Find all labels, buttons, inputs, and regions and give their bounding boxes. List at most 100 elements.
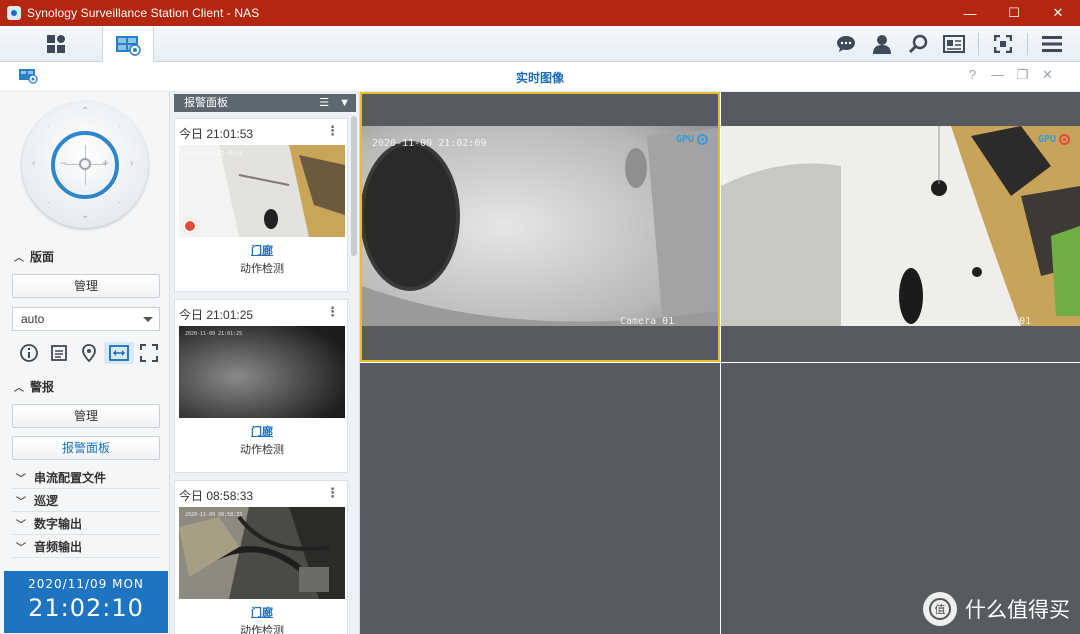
location-button[interactable]: [74, 342, 104, 364]
digital-output-label: 数字输出: [34, 516, 83, 531]
gpu-label: GPU: [1037, 134, 1056, 145]
thumb-osd: 2020-11-09 21:01:53: [185, 151, 242, 157]
chevron-up-icon: ︿: [14, 253, 24, 264]
ptz-joystick[interactable]: ⌃ ⌄ ‹ › · · · · − +: [22, 102, 148, 228]
audio-output-section[interactable]: ﹀ 音频输出: [12, 535, 160, 558]
ptz-downright-dot-icon[interactable]: ·: [118, 198, 121, 207]
alarm-section-header[interactable]: ︿ 警报: [14, 378, 54, 395]
panel-close-button[interactable]: ✕: [1035, 67, 1060, 83]
stream-profile-label: 串流配置文件: [34, 470, 107, 485]
chat-icon: [837, 36, 855, 52]
help-button[interactable]: ?: [960, 67, 985, 83]
ptz-home-icon[interactable]: [79, 158, 91, 170]
info-card-button[interactable]: [936, 26, 972, 62]
chat-button[interactable]: [828, 26, 864, 62]
fit-width-button[interactable]: [104, 342, 134, 364]
alarm-manage-button[interactable]: 管理: [12, 404, 160, 428]
info-card-icon: [943, 35, 965, 53]
thumb-osd: 2020-11-09 21:01:25: [185, 331, 242, 337]
layout-select[interactable]: auto: [12, 307, 160, 331]
minimize-button[interactable]: —: [948, 0, 992, 26]
layout-icon-bar: [14, 342, 164, 364]
ptz-downleft-dot-icon[interactable]: ·: [47, 198, 50, 207]
info-button[interactable]: [14, 342, 44, 364]
alarm-time: 今日 08:58:33: [179, 489, 254, 503]
alarm-scrollbar[interactable]: [351, 116, 357, 256]
close-button[interactable]: ✕: [1036, 0, 1080, 26]
more-options-icon[interactable]: ⋮: [326, 123, 339, 139]
audio-output-label: 音频输出: [34, 539, 83, 554]
filter-icon[interactable]: ▼: [339, 94, 350, 112]
ptz-upleft-dot-icon[interactable]: ·: [47, 122, 50, 131]
chevron-down-icon: ﹀: [16, 496, 26, 508]
zoom-out-icon[interactable]: −: [60, 156, 67, 170]
layout-select-value: auto: [21, 312, 45, 326]
gpu-indicator: GPU: [676, 134, 708, 145]
ptz-right-arrow-icon[interactable]: ›: [130, 158, 133, 169]
alarm-card[interactable]: 今日 21:01:25 ⋮ 2020-11-09 21:01:25 门廊 动作检…: [174, 299, 348, 473]
chevron-down-icon: ﹀: [16, 542, 26, 554]
fullscreen-button[interactable]: [985, 26, 1021, 62]
user-icon: [873, 35, 891, 54]
chevron-down-icon: ﹀: [16, 473, 26, 485]
alarm-panel-button[interactable]: 报警面板: [12, 436, 160, 460]
digital-output-section[interactable]: ﹀ 数字输出: [12, 512, 160, 535]
ptz-upright-dot-icon[interactable]: ·: [118, 122, 121, 131]
list-button[interactable]: [44, 342, 74, 364]
alarm-card[interactable]: 今日 21:01:53 ⋮ 2020-11-09 21:01:53 门廊 动作检…: [174, 118, 348, 292]
chevron-up-icon: ︿: [14, 383, 24, 394]
expand-button[interactable]: [134, 342, 164, 364]
layout-manage-button[interactable]: 管理: [12, 274, 160, 298]
alarm-thumbnail[interactable]: 2020-11-09 21:01:25: [179, 326, 345, 418]
ptz-up-arrow-icon[interactable]: ⌃: [81, 106, 89, 117]
ptz-down-arrow-icon[interactable]: ⌄: [81, 210, 89, 221]
live-view-tab[interactable]: [102, 26, 154, 63]
panel-minimize-button[interactable]: —: [985, 67, 1010, 83]
app-icon: [7, 6, 21, 20]
layout-section-header[interactable]: ︿ 版面: [14, 248, 54, 265]
more-options-icon[interactable]: ⋮: [326, 485, 339, 501]
live-view-title: 实时图像: [515, 71, 564, 85]
watermark: 值 什么值得买: [923, 592, 1070, 626]
patrol-label: 巡逻: [34, 493, 59, 508]
alarm-thumbnail[interactable]: 2020-11-09 21:01:53: [179, 145, 345, 237]
svg-text:值: 值: [935, 603, 946, 616]
alarm-location-link[interactable]: 门廊: [175, 242, 349, 258]
alarm-card[interactable]: 今日 08:58:33 ⋮ 2020-11-09 08:58:33 门廊 动作检…: [174, 480, 348, 634]
search-icon: [908, 34, 928, 54]
user-button[interactable]: [864, 26, 900, 62]
zoom-in-icon[interactable]: +: [102, 156, 109, 170]
panel-restore-button[interactable]: ❐: [1010, 67, 1035, 83]
alarm-location-link[interactable]: 门廊: [175, 423, 349, 439]
stream-profile-section[interactable]: ﹀ 串流配置文件: [12, 466, 160, 489]
video-cell-empty[interactable]: [360, 363, 720, 634]
list-icon: [51, 345, 67, 361]
alarm-location-link[interactable]: 门廊: [175, 604, 349, 620]
expand-icon: [140, 344, 158, 362]
live-view-header: 实时图像 ? — ❐ ✕: [0, 62, 1080, 92]
alarm-time: 今日 21:01:53: [179, 127, 254, 141]
main-menu-grid-icon: [47, 35, 65, 53]
main-toolbar: [0, 26, 1080, 63]
clock-display: 2020/11/09 MON 21:02:10: [4, 571, 168, 633]
camera-feed[interactable]: 2020-11-09 21:02:09 Camera 01 GPU: [362, 126, 718, 326]
ptz-zoom-ring[interactable]: − +: [51, 131, 119, 199]
chevron-down-icon: ﹀: [16, 519, 26, 531]
alarm-event-type: 动作检测: [240, 444, 284, 456]
maximize-button[interactable]: ☐: [992, 0, 1036, 26]
ptz-left-arrow-icon[interactable]: ‹: [32, 158, 35, 169]
hamburger-menu-button[interactable]: [1034, 26, 1070, 62]
alarm-thumbnail[interactable]: 2020-11-09 08:58:33: [179, 507, 345, 599]
patrol-section[interactable]: ﹀ 巡逻: [12, 489, 160, 512]
list-view-icon[interactable]: ☰: [319, 94, 329, 112]
video-cell-selected[interactable]: 2020-11-09 21:02:09 Camera 01 GPU: [360, 92, 720, 362]
watermark-logo-icon: 值: [923, 592, 957, 626]
search-button[interactable]: [900, 26, 936, 62]
video-grid: 2020-11-09 21:02:09 Camera 01 GPU 2020-1…: [360, 92, 1080, 634]
fit-width-icon: [109, 345, 129, 361]
main-menu-tab[interactable]: [30, 26, 82, 62]
camera-feed[interactable]: 2020-11-09 21:02:09 Camera 01 GPU: [721, 126, 1080, 326]
more-options-icon[interactable]: ⋮: [326, 304, 339, 320]
video-cell[interactable]: 2020-11-09 21:02:09 Camera 01 GPU: [721, 92, 1080, 362]
left-control-panel: ⌃ ⌄ ‹ › · · · · − + ︿ 版面 管理 auto ︿ 警报 管理…: [0, 92, 170, 634]
